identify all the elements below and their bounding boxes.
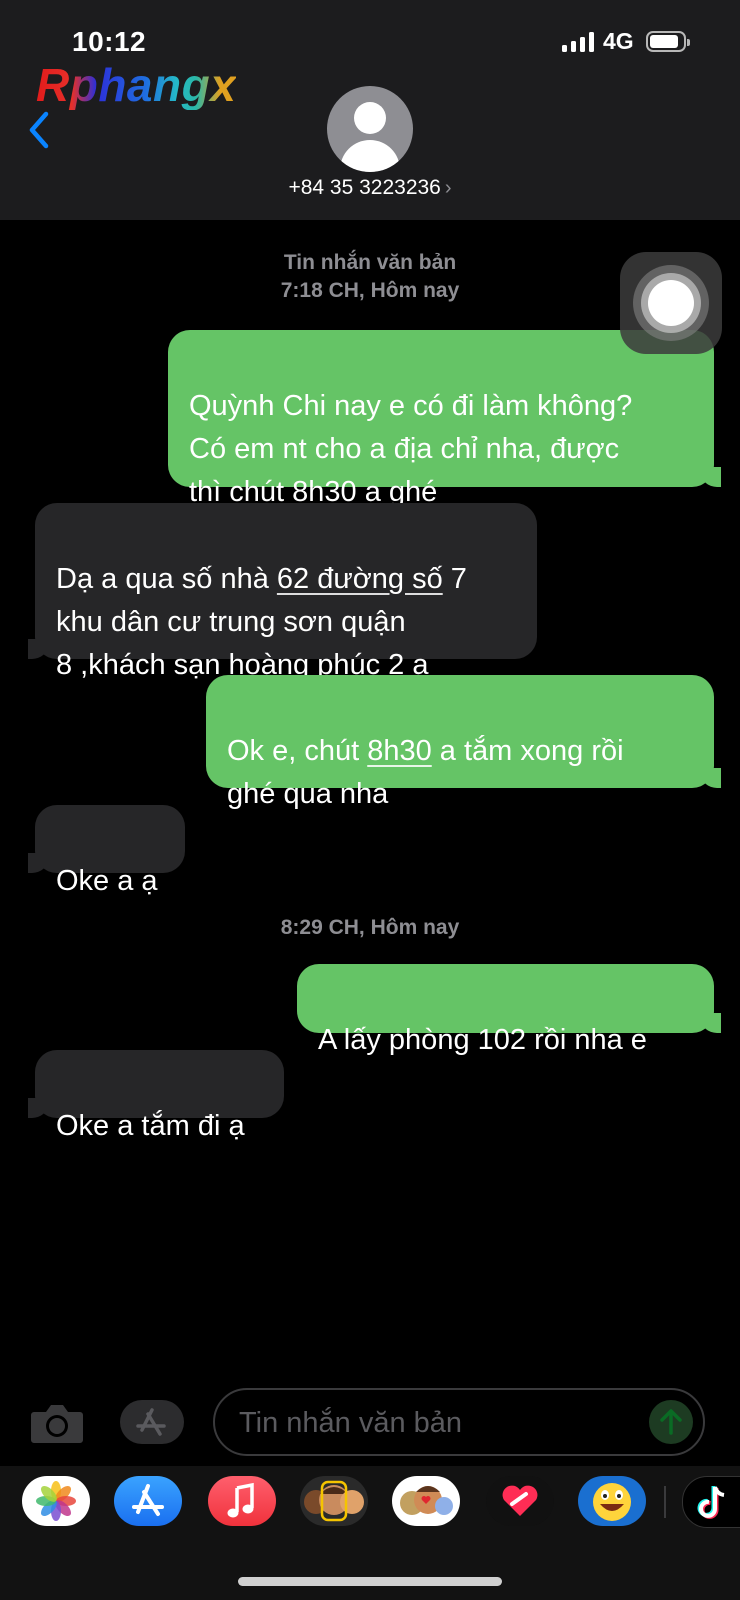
message-text: Oke a tắm đi ạ [56, 1110, 245, 1142]
tiktok-icon[interactable] [682, 1476, 740, 1528]
timestamp-label: 8:29 CH, Hôm nay [280, 916, 460, 939]
message-text: Ok e, chút [227, 735, 368, 767]
network-type: 4G [603, 28, 634, 54]
message-text: A lấy phòng 102 rồi nha e [318, 1024, 647, 1056]
sent-message-bubble[interactable]: Ok e, chút 8h30 a tắm xong rồi ghé qua n… [206, 675, 734, 810]
drawer-divider [664, 1486, 666, 1518]
received-message-bubble[interactable]: Oke a ạ [15, 805, 185, 897]
memoji-icon[interactable] [300, 1476, 368, 1526]
status-time: 10:12 [72, 26, 147, 57]
send-button[interactable] [649, 1400, 693, 1444]
contact-name-row[interactable]: +84 35 3223236 › [0, 176, 740, 200]
back-chevron-icon[interactable] [26, 108, 56, 152]
sent-message-bubble[interactable]: Quỳnh Chi nay e có đi làm không? Có em n… [168, 330, 734, 508]
contact-name: +84 35 3223236 [288, 176, 441, 199]
message-text: Oke a ạ [56, 865, 158, 897]
battery-icon [646, 31, 690, 52]
chevron-right-icon: › [444, 177, 452, 199]
apps-button[interactable] [120, 1400, 184, 1444]
music-icon[interactable] [208, 1476, 276, 1526]
camera-icon[interactable] [30, 1402, 84, 1444]
sent-message-bubble[interactable]: A lấy phòng 102 rồi nha e [297, 964, 734, 1056]
digital-touch-icon[interactable] [486, 1476, 554, 1526]
arrow-up-icon [660, 1409, 682, 1435]
cellular-signal-icon [562, 32, 594, 52]
address-link[interactable]: 62 đường số [277, 563, 443, 595]
message-text-input[interactable] [237, 1402, 641, 1444]
contact-avatar[interactable] [327, 86, 413, 172]
person-icon [354, 102, 386, 134]
emoji-sticker-icon[interactable] [578, 1476, 646, 1526]
message-input-field[interactable] [213, 1388, 705, 1456]
message-text: Dạ a qua số nhà [56, 563, 277, 595]
animoji-icon[interactable] [392, 1476, 460, 1526]
watermark-logo: Rphangx [36, 59, 237, 111]
app-store-glyph-icon [136, 1408, 166, 1436]
assistive-touch-button[interactable] [620, 252, 722, 354]
photos-icon[interactable] [22, 1476, 90, 1526]
received-message-bubble[interactable]: Oke a tắm đi ạ [15, 1050, 284, 1142]
app-store-icon[interactable] [114, 1476, 182, 1526]
home-indicator[interactable] [238, 1577, 502, 1586]
time-link[interactable]: 8h30 [367, 735, 432, 767]
received-message-bubble[interactable]: Dạ a qua số nhà 62 đường số 7 khu dân cư… [15, 503, 537, 681]
